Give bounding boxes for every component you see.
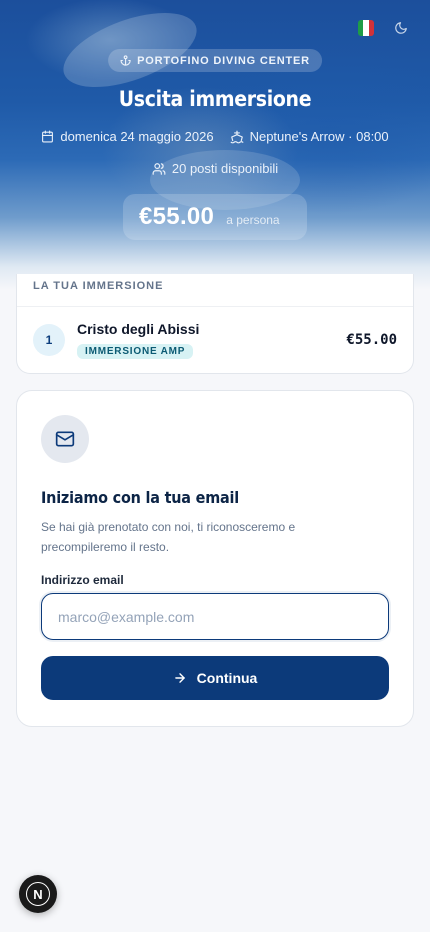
ship-icon: [230, 130, 244, 144]
trip-date-text: domenica 24 maggio 2026: [60, 129, 214, 144]
dive-summary-card: LA TUA IMMERSIONE 1 Cristo degli Abissi …: [16, 274, 414, 374]
center-name: PORTOFINO DIVING CENTER: [137, 54, 310, 67]
continue-button-label: Continua: [196, 670, 258, 686]
price-value: €55.00: [139, 203, 215, 230]
dive-info: Cristo degli Abissi IMMERSIONE AMP: [77, 321, 346, 359]
calendar-icon: [41, 130, 54, 143]
email-step-card: Iniziamo con la tua email Se hai già pre…: [16, 390, 414, 727]
continue-button[interactable]: Continua: [41, 656, 389, 700]
trip-boat-text: Neptune's Arrow · 08:00: [249, 129, 389, 144]
users-icon: [152, 162, 166, 176]
center-badge: PORTOFINO DIVING CENTER: [108, 49, 322, 72]
dive-index: 1: [33, 324, 65, 356]
hero-banner: PORTOFINO DIVING CENTER Uscita immersion…: [0, 0, 430, 290]
trip-meta-row: domenica 24 maggio 2026 Neptune's Arrow …: [0, 129, 430, 144]
email-step-title: Iniziamo con la tua email: [41, 488, 239, 507]
mail-icon: [41, 415, 89, 463]
email-field-label: Indirizzo email: [41, 573, 124, 587]
trip-date: domenica 24 maggio 2026: [41, 129, 214, 144]
italy-flag-icon[interactable]: [358, 20, 374, 36]
list-item: 1 Cristo degli Abissi IMMERSIONE AMP €55…: [17, 307, 413, 373]
trip-spots-row: 20 posti disponibili: [0, 161, 430, 176]
dive-name: Cristo degli Abissi: [77, 321, 200, 337]
email-step-subtitle: Se hai già prenotato con noi, ti riconos…: [41, 520, 296, 554]
trip-spots-text: 20 posti disponibili: [171, 161, 279, 176]
trip-spots: 20 posti disponibili: [152, 161, 278, 176]
moon-icon[interactable]: [392, 19, 410, 37]
n-logo-icon: N: [26, 882, 50, 906]
dive-tag: IMMERSIONE AMP: [77, 344, 194, 359]
summary-header: LA TUA IMMERSIONE: [17, 274, 413, 307]
page-title: Uscita immersione: [118, 87, 312, 111]
anchor-icon: [120, 55, 131, 66]
dev-tools-button[interactable]: N: [19, 875, 57, 913]
hero-toolbar: [358, 19, 410, 37]
arrow-right-icon: [173, 671, 187, 685]
dive-price: €55.00: [346, 332, 397, 348]
trip-boat: Neptune's Arrow · 08:00: [230, 129, 389, 144]
price-unit: a persona: [226, 213, 280, 227]
email-field[interactable]: [41, 593, 389, 640]
price-pill: €55.00 a persona: [123, 194, 307, 240]
